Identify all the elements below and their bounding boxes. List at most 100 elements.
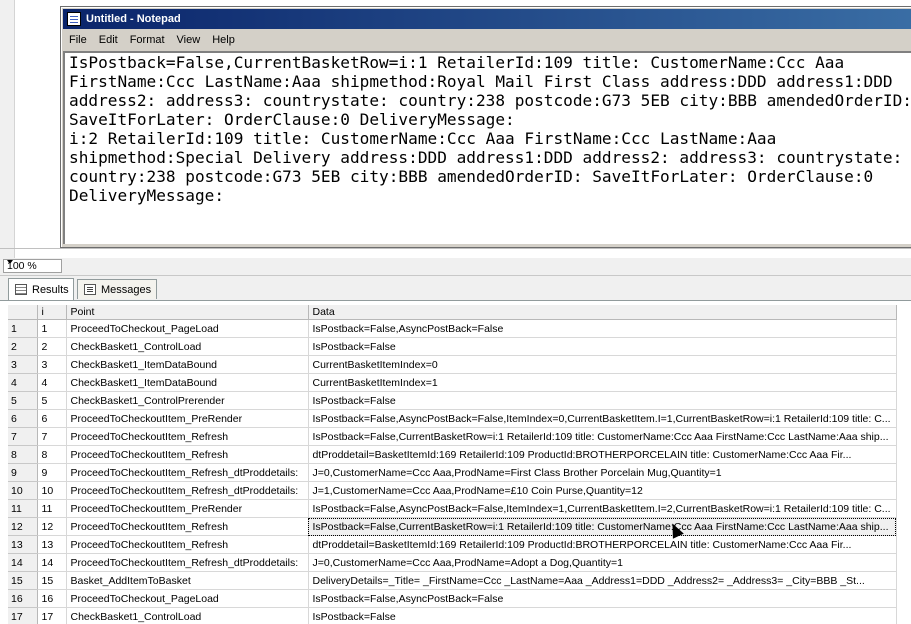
row-header[interactable]: 13 — [8, 535, 38, 554]
notepad-text-area[interactable]: IsPostback=False,CurrentBasketRow=i:1 Re… — [63, 51, 911, 244]
results-grid[interactable]: i Point Data 1 1 ProceedToCheckout_PageLoa… — [8, 305, 911, 624]
cell-data[interactable]: IsPostback=False — [308, 391, 897, 410]
menu-help[interactable]: Help — [206, 34, 241, 46]
cell-data[interactable]: dtProddetail=BasketItemId:169 RetailerId… — [308, 445, 897, 464]
menu-format[interactable]: Format — [124, 34, 171, 46]
cell-i[interactable]: 3 — [37, 355, 67, 374]
cell-data[interactable]: dtProddetail=BasketItemId:169 RetailerId… — [308, 535, 897, 554]
cell-data[interactable]: IsPostback=False — [308, 607, 897, 624]
cell-data[interactable]: J=1,CustomerName=Ccc Aaa,ProdName=£10 Co… — [308, 481, 897, 500]
table-row[interactable]: 8 8 ProceedToCheckoutItem_Refresh dtProddet… — [8, 445, 897, 464]
cell-i[interactable]: 16 — [37, 589, 67, 608]
cell-data[interactable]: IsPostback=False,CurrentBasketRow=i:1 Re… — [308, 517, 897, 536]
notepad-titlebar[interactable]: Untitled - Notepad — [63, 9, 911, 29]
cell-point[interactable]: CheckBasket1_ControlLoad — [66, 337, 309, 356]
cell-data[interactable]: IsPostback=False — [308, 337, 897, 356]
tab-messages[interactable]: Messages — [77, 279, 157, 299]
menu-view[interactable]: View — [171, 34, 207, 46]
notepad-text[interactable]: IsPostback=False,CurrentBasketRow=i:1 Re… — [65, 53, 911, 205]
table-row[interactable]: 11 11 ProceedToCheckoutItem_PreRender IsPos… — [8, 499, 897, 518]
row-header[interactable]: 2 — [8, 337, 38, 356]
table-row[interactable]: 16 16 ProceedToCheckout_PageLoad IsPostback… — [8, 589, 897, 608]
tab-results[interactable]: Results — [8, 278, 74, 300]
menu-edit[interactable]: Edit — [93, 34, 124, 46]
cell-point[interactable]: ProceedToCheckoutItem_Refresh_dtProddeta… — [66, 481, 309, 500]
row-header[interactable]: 9 — [8, 463, 38, 482]
table-row[interactable]: 2 2 CheckBasket1_ControlLoad IsPostback=Fal… — [8, 337, 897, 356]
row-header[interactable]: 1 — [8, 319, 38, 338]
cell-i[interactable]: 7 — [37, 427, 67, 446]
cell-i[interactable]: 5 — [37, 391, 67, 410]
table-row[interactable]: 10 10 ProceedToCheckoutItem_Refresh_dtProd… — [8, 481, 897, 500]
table-row[interactable]: 7 7 ProceedToCheckoutItem_Refresh IsPostbac… — [8, 427, 897, 446]
cell-point[interactable]: CheckBasket1_ControlPrerender — [66, 391, 309, 410]
cell-data[interactable]: IsPostback=False,CurrentBasketRow=i:1 Re… — [308, 427, 897, 446]
table-row[interactable]: 12 12 ProceedToCheckoutItem_Refresh IsPostb… — [8, 517, 897, 536]
cell-point[interactable]: ProceedToCheckoutItem_Refresh — [66, 517, 309, 536]
cell-i[interactable]: 1 — [37, 319, 67, 338]
cell-i[interactable]: 14 — [37, 553, 67, 572]
cell-i[interactable]: 6 — [37, 409, 67, 428]
cell-point[interactable]: ProceedToCheckoutItem_Refresh_dtProddeta… — [66, 463, 309, 482]
cell-data[interactable]: IsPostback=False,AsyncPostBack=False — [308, 589, 897, 608]
row-header[interactable]: 10 — [8, 481, 38, 500]
column-header-data[interactable]: Data — [308, 305, 897, 320]
cell-point[interactable]: Basket_AddItemToBasket — [66, 571, 309, 590]
row-header[interactable]: 3 — [8, 355, 38, 374]
column-header-point[interactable]: Point — [66, 305, 309, 320]
cell-data[interactable]: J=0,CustomerName=Ccc Aaa,ProdName=First … — [308, 463, 897, 482]
row-header[interactable]: 17 — [8, 607, 38, 624]
cell-i[interactable]: 13 — [37, 535, 67, 554]
cell-data[interactable]: CurrentBasketItemIndex=1 — [308, 373, 897, 392]
cell-i[interactable]: 10 — [37, 481, 67, 500]
table-row[interactable]: 1 1 ProceedToCheckout_PageLoad IsPostback=F… — [8, 319, 897, 338]
row-header[interactable]: 15 — [8, 571, 38, 590]
cell-point[interactable]: ProceedToCheckoutItem_PreRender — [66, 409, 309, 428]
table-row[interactable]: 3 3 CheckBasket1_ItemDataBound CurrentBaske… — [8, 355, 897, 374]
cell-point[interactable]: CheckBasket1_ItemDataBound — [66, 355, 309, 374]
cell-i[interactable]: 11 — [37, 499, 67, 518]
table-row[interactable]: 5 5 CheckBasket1_ControlPrerender IsPostbac… — [8, 391, 897, 410]
table-row[interactable]: 4 4 CheckBasket1_ItemDataBound CurrentBaske… — [8, 373, 897, 392]
cell-point[interactable]: ProceedToCheckoutItem_Refresh_dtProddeta… — [66, 553, 309, 572]
cell-data[interactable]: J=0,CustomerName=Ccc Aaa,ProdName=Adopt … — [308, 553, 897, 572]
row-header[interactable]: 7 — [8, 427, 38, 446]
cell-data[interactable]: IsPostback=False,AsyncPostBack=False — [308, 319, 897, 338]
row-header[interactable]: 14 — [8, 553, 38, 572]
cell-data[interactable]: DeliveryDetails=_Title= _FirstName=Ccc _… — [308, 571, 897, 590]
cell-data[interactable]: CurrentBasketItemIndex=0 — [308, 355, 897, 374]
cell-data[interactable]: IsPostback=False,AsyncPostBack=False,Ite… — [308, 409, 897, 428]
cell-point[interactable]: ProceedToCheckoutItem_PreRender — [66, 499, 309, 518]
row-header[interactable]: 12 — [8, 517, 38, 536]
cell-data[interactable]: IsPostback=False,AsyncPostBack=False,Ite… — [308, 499, 897, 518]
cell-point[interactable]: ProceedToCheckoutItem_Refresh — [66, 445, 309, 464]
cell-point[interactable]: ProceedToCheckoutItem_Refresh — [66, 535, 309, 554]
row-header[interactable]: 8 — [8, 445, 38, 464]
zoom-select[interactable]: 100 % — [3, 259, 62, 273]
cell-i[interactable]: 4 — [37, 373, 67, 392]
table-row[interactable]: 13 13 ProceedToCheckoutItem_Refresh dtProdd… — [8, 535, 897, 554]
table-row[interactable]: 9 9 ProceedToCheckoutItem_Refresh_dtProdde… — [8, 463, 897, 482]
row-header[interactable]: 5 — [8, 391, 38, 410]
splitter[interactable] — [0, 248, 911, 249]
cell-i[interactable]: 15 — [37, 571, 67, 590]
row-header[interactable]: 11 — [8, 499, 38, 518]
row-header[interactable]: 4 — [8, 373, 38, 392]
cell-i[interactable]: 2 — [37, 337, 67, 356]
row-header[interactable]: 6 — [8, 409, 38, 428]
row-header[interactable]: 16 — [8, 589, 38, 608]
cell-point[interactable]: ProceedToCheckoutItem_Refresh — [66, 427, 309, 446]
cell-i[interactable]: 12 — [37, 517, 67, 536]
cell-point[interactable]: ProceedToCheckout_PageLoad — [66, 589, 309, 608]
cell-point[interactable]: ProceedToCheckout_PageLoad — [66, 319, 309, 338]
menu-file[interactable]: File — [63, 34, 93, 46]
table-row[interactable]: 17 17 CheckBasket1_ControlLoad IsPostback=F… — [8, 607, 897, 624]
table-row[interactable]: 15 15 Basket_AddItemToBasket DeliveryDetail… — [8, 571, 897, 590]
cell-i[interactable]: 17 — [37, 607, 67, 624]
column-header-i[interactable]: i — [37, 305, 67, 320]
cell-point[interactable]: CheckBasket1_ItemDataBound — [66, 373, 309, 392]
table-row[interactable]: 6 6 ProceedToCheckoutItem_PreRender IsPostb… — [8, 409, 897, 428]
table-row[interactable]: 14 14 ProceedToCheckoutItem_Refresh_dtProd… — [8, 553, 897, 572]
cell-i[interactable]: 8 — [37, 445, 67, 464]
cell-i[interactable]: 9 — [37, 463, 67, 482]
